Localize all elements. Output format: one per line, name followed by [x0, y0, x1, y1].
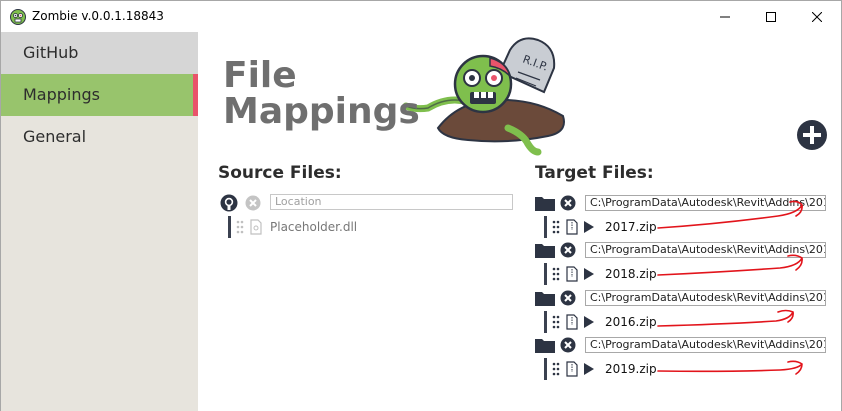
source-file-name: Placeholder.dll: [270, 220, 358, 234]
sidebar-item-label: GitHub: [23, 43, 79, 62]
play-arrow-icon[interactable]: [584, 268, 594, 280]
target-path-input[interactable]: C:\ProgramData\Autodesk\Revit\Addins\201…: [585, 337, 826, 353]
zip-file-icon: [566, 266, 578, 282]
main-content: R.I.P. File Mappings Source Files: Targe…: [198, 32, 841, 411]
maximize-icon: [766, 11, 776, 22]
page-title-line1: File: [223, 55, 297, 96]
source-file-item[interactable]: Placeholder.dll: [228, 216, 428, 238]
app-window: Zombie v.0.0.1.18843 GitHub Mappings Gen…: [0, 0, 842, 411]
sidebar: GitHub Mappings General: [1, 32, 198, 411]
target-file-name: 2016.zip: [605, 315, 657, 329]
sidebar-item-label: General: [23, 127, 87, 146]
target-group: C:\ProgramData\Autodesk\Revit\Addins\201…: [535, 287, 835, 335]
drag-handle-icon[interactable]: [236, 220, 244, 234]
target-file-item[interactable]: 2018.zip: [544, 263, 824, 285]
folder-icon[interactable]: [535, 195, 555, 211]
sidebar-item-general[interactable]: General: [1, 116, 198, 158]
remove-target-button[interactable]: [560, 242, 576, 258]
target-group: C:\ProgramData\Autodesk\Revit\Addins\201…: [535, 239, 835, 287]
drag-handle-icon[interactable]: [552, 220, 560, 234]
target-group: C:\ProgramData\Autodesk\Revit\Addins\201…: [535, 334, 835, 382]
target-path-input[interactable]: C:\ProgramData\Autodesk\Revit\Addins\201…: [585, 195, 826, 211]
target-group-header: C:\ProgramData\Autodesk\Revit\Addins\201…: [535, 334, 835, 356]
play-arrow-icon[interactable]: [584, 316, 594, 328]
drag-handle-icon[interactable]: [552, 315, 560, 329]
tree-line: [544, 358, 547, 380]
target-file-name: 2017.zip: [605, 220, 657, 234]
target-group: C:\ProgramData\Autodesk\Revit\Addins\201…: [535, 192, 835, 240]
close-icon: [812, 11, 822, 22]
zip-file-icon: [566, 219, 578, 235]
target-file-item[interactable]: 2016.zip: [544, 311, 824, 333]
page-title: File Mappings: [223, 58, 420, 130]
sidebar-item-mappings[interactable]: Mappings: [1, 74, 198, 116]
title-bar[interactable]: Zombie v.0.0.1.18843: [1, 1, 841, 32]
remove-target-button[interactable]: [560, 337, 576, 353]
source-files-heading: Source Files:: [218, 163, 342, 183]
play-arrow-icon[interactable]: [584, 221, 594, 233]
folder-icon[interactable]: [535, 337, 555, 353]
target-file-item[interactable]: 2017.zip: [544, 216, 824, 238]
sidebar-item-github[interactable]: GitHub: [1, 32, 198, 74]
remove-target-button[interactable]: [560, 290, 576, 306]
maximize-button[interactable]: [748, 1, 794, 32]
zip-file-icon: [566, 314, 578, 330]
source-group-header: Location: [220, 192, 520, 214]
target-files-heading: Target Files:: [535, 163, 654, 183]
folder-icon[interactable]: [535, 290, 555, 306]
target-file-item[interactable]: 2019.zip: [544, 358, 824, 380]
page-title-line2: Mappings: [223, 91, 420, 132]
source-location-input[interactable]: Location: [270, 194, 513, 210]
close-button[interactable]: [794, 1, 840, 32]
sidebar-item-label: Mappings: [23, 85, 100, 104]
folder-icon[interactable]: [535, 242, 555, 258]
tree-line: [544, 311, 547, 333]
drag-handle-icon[interactable]: [552, 267, 560, 281]
minimize-button[interactable]: [702, 1, 748, 32]
target-group-header: C:\ProgramData\Autodesk\Revit\Addins\201…: [535, 239, 835, 261]
window-title: Zombie v.0.0.1.18843: [32, 9, 164, 23]
remove-target-button[interactable]: [560, 195, 576, 211]
target-path-input[interactable]: C:\ProgramData\Autodesk\Revit\Addins\201…: [585, 242, 826, 258]
target-path-input[interactable]: C:\ProgramData\Autodesk\Revit\Addins\201…: [585, 290, 826, 306]
zombie-mascot-illustration: R.I.P.: [402, 37, 565, 156]
tree-line: [544, 263, 547, 285]
zip-file-icon: [566, 361, 578, 377]
zombie-app-icon: [10, 9, 26, 25]
target-file-name: 2019.zip: [605, 362, 657, 376]
file-icon: [250, 219, 262, 235]
minimize-icon: [720, 16, 730, 17]
remove-source-button[interactable]: [245, 195, 261, 211]
play-arrow-icon[interactable]: [584, 363, 594, 375]
target-group-header: C:\ProgramData\Autodesk\Revit\Addins\201…: [535, 192, 835, 214]
target-file-name: 2018.zip: [605, 267, 657, 281]
target-group-header: C:\ProgramData\Autodesk\Revit\Addins\201…: [535, 287, 835, 309]
tree-line: [228, 216, 231, 238]
drag-handle-icon[interactable]: [552, 362, 560, 376]
tree-line: [544, 216, 547, 238]
add-mapping-button[interactable]: [796, 119, 828, 151]
github-icon[interactable]: [220, 194, 238, 212]
